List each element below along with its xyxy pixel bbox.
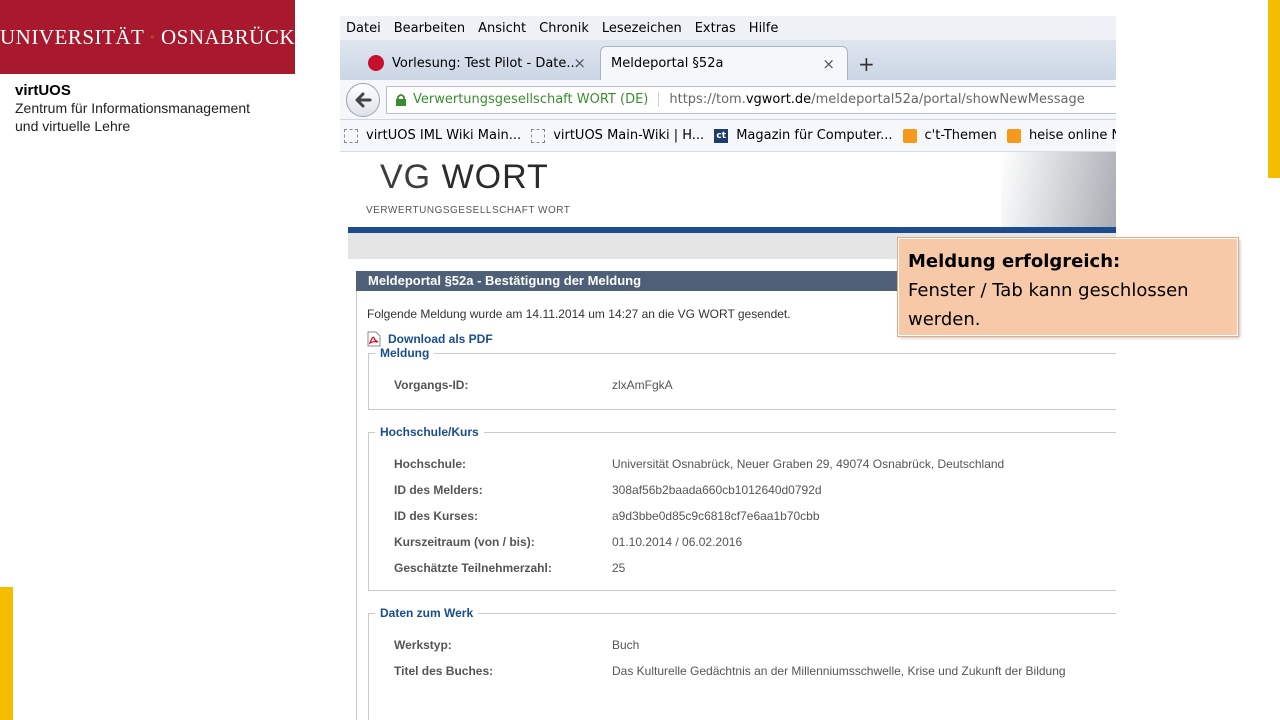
test-pilot-icon [368, 55, 384, 71]
field-label: Kurszeitraum (von / bis): [394, 535, 535, 549]
arrow-left-icon [355, 92, 372, 107]
section-meldung: Meldung Vorgangs-ID: zlxAmFgkA [368, 346, 1116, 410]
logo-text-right: OSNABRÜCK [160, 24, 295, 49]
tab-bar: Vorlesung: Test Pilot - Date... × Meldep… [340, 40, 1116, 80]
tab-label: Vorlesung: Test Pilot - Date... [392, 55, 579, 71]
back-button[interactable] [346, 82, 380, 117]
bookmark-item[interactable]: heise online New [1006, 128, 1116, 143]
menu-datei[interactable]: Datei [346, 21, 381, 36]
bookmark-item[interactable]: ct Magazin für Computer... [714, 128, 893, 143]
bookmark-label: virtUOS Main-Wiki | H... [553, 128, 705, 143]
url-host: vgwort.de [745, 92, 812, 107]
new-tab-button[interactable]: + [858, 52, 875, 76]
field-value: 01.10.2014 / 06.02.2016 [612, 535, 743, 549]
org-block: virtUOS Zentrum für Informationsmanageme… [15, 82, 295, 135]
section-legend: Hochschule/Kurs [380, 425, 479, 439]
org-subtitle-line1: Zentrum für Informationsmanagement [15, 100, 250, 116]
close-tab-icon[interactable]: × [573, 54, 586, 72]
field-label: ID des Melders: [394, 483, 483, 497]
menu-bar: Datei Bearbeiten Ansicht Chronik Lesezei… [340, 16, 1116, 40]
field-value: zlxAmFgkA [612, 378, 673, 392]
section-hochschule: Hochschule/Kurs Hochschule: Universität … [368, 425, 1116, 591]
logo-wort: WORT [441, 158, 549, 196]
bookmark-item[interactable]: c't-Themen [902, 128, 997, 143]
browser-window: Datei Bearbeiten Ansicht Chronik Lesezei… [340, 16, 1116, 720]
university-logo: UNIVERSITÄT OSNABRÜCK [0, 0, 295, 74]
close-tab-icon[interactable]: × [822, 55, 835, 73]
menu-extras[interactable]: Extras [695, 21, 736, 36]
download-pdf-link[interactable]: Download als PDF [367, 331, 493, 347]
accent-bar-right [1268, 0, 1280, 178]
note-text: Fenster / Tab kann geschlossen werden. [908, 280, 1189, 330]
bookmark-label: Magazin für Computer... [736, 128, 893, 143]
org-name: virtUOS [15, 82, 71, 99]
download-pdf-label: Download als PDF [388, 332, 493, 346]
menu-ansicht[interactable]: Ansicht [478, 21, 526, 36]
note-title: Meldung erfolgreich: [908, 251, 1121, 272]
navigation-bar: Verwertungsgesellschaft WORT (DE) https:… [340, 80, 1116, 120]
field-label: Hochschule: [394, 457, 467, 471]
bookmark-label: c't-Themen [924, 128, 997, 143]
url-bar[interactable]: Verwertungsgesellschaft WORT (DE) https:… [386, 85, 1116, 114]
section-legend: Meldung [380, 346, 430, 360]
menu-bearbeiten[interactable]: Bearbeiten [394, 21, 465, 36]
field-value: 25 [612, 561, 626, 575]
url-prefix: https://tom. [669, 92, 746, 107]
lock-icon [396, 94, 406, 106]
logo-vg: VG [380, 158, 432, 196]
success-note: Meldung erfolgreich: Fenster / Tab kann … [898, 238, 1238, 336]
page-icon [344, 128, 358, 143]
field-value: Buch [612, 638, 640, 652]
accent-bar-left [0, 587, 13, 720]
bookmarks-bar: virtUOS IML Wiki Main... virtUOS Main-Wi… [340, 120, 1116, 152]
menu-lesezeichen[interactable]: Lesezeichen [602, 21, 682, 36]
tab-meldeportal[interactable]: Meldeportal §52a × [600, 46, 848, 80]
bookmark-label: virtUOS IML Wiki Main... [366, 128, 522, 143]
logo-text-left: UNIVERSITÄT [0, 24, 145, 49]
bookmark-label: heise online New [1028, 128, 1116, 143]
bookmark-item[interactable]: virtUOS IML Wiki Main... [344, 128, 521, 143]
header-decoration [1001, 152, 1116, 227]
ct-icon: ct [714, 128, 729, 143]
confirmation-text: Folgende Meldung wurde am 14.11.2014 um … [367, 307, 791, 321]
rss-icon [902, 128, 917, 143]
tab-vorlesung[interactable]: Vorlesung: Test Pilot - Date... × [358, 46, 598, 80]
menu-chronik[interactable]: Chronik [539, 21, 589, 36]
site-identity[interactable]: Verwertungsgesellschaft WORT (DE) [413, 92, 660, 107]
pdf-icon [367, 331, 381, 347]
field-label: Werkstyp: [394, 638, 452, 652]
field-value: Universität Osnabrück, Neuer Graben 29, … [612, 457, 1005, 471]
section-legend: Daten zum Werk [380, 606, 474, 620]
vgwort-logo[interactable]: VG WORT [380, 158, 549, 197]
vgwort-logo-subtitle: VERWERTUNGSGESELLSCHAFT WORT [366, 205, 571, 216]
crest-icon [151, 35, 154, 39]
field-value: Das Kulturelle Gedächtnis an der Millenn… [612, 664, 1066, 678]
bookmark-item[interactable]: virtUOS Main-Wiki | H... [531, 128, 704, 143]
field-label: Vorgangs-ID: [394, 378, 469, 392]
field-value: a9d3bbe0d85c9c6818cf7e6aa1b70cbb [612, 509, 820, 523]
slide: UNIVERSITÄT OSNABRÜCK virtUOS Zentrum fü… [0, 0, 1280, 720]
url-path: /meldeportal52a/portal/showNewMessage [811, 92, 1085, 107]
org-subtitle-line2: und virtuelle Lehre [15, 118, 131, 134]
page-icon [531, 128, 546, 143]
field-label: Geschätzte Teilnehmerzahl: [394, 561, 552, 575]
section-werk: Daten zum Werk Werkstyp: Buch Titel des … [368, 606, 1116, 720]
rss-icon [1006, 128, 1021, 143]
menu-hilfe[interactable]: Hilfe [749, 21, 779, 36]
field-label: Titel des Buches: [394, 664, 494, 678]
tab-label: Meldeportal §52a [611, 56, 724, 71]
vgwort-header: VG WORT VERWERTUNGSGESELLSCHAFT WORT [340, 152, 1116, 227]
field-label: ID des Kurses: [394, 509, 479, 523]
field-value: 308af56b2baada660cb1012640d0792d [612, 483, 822, 497]
